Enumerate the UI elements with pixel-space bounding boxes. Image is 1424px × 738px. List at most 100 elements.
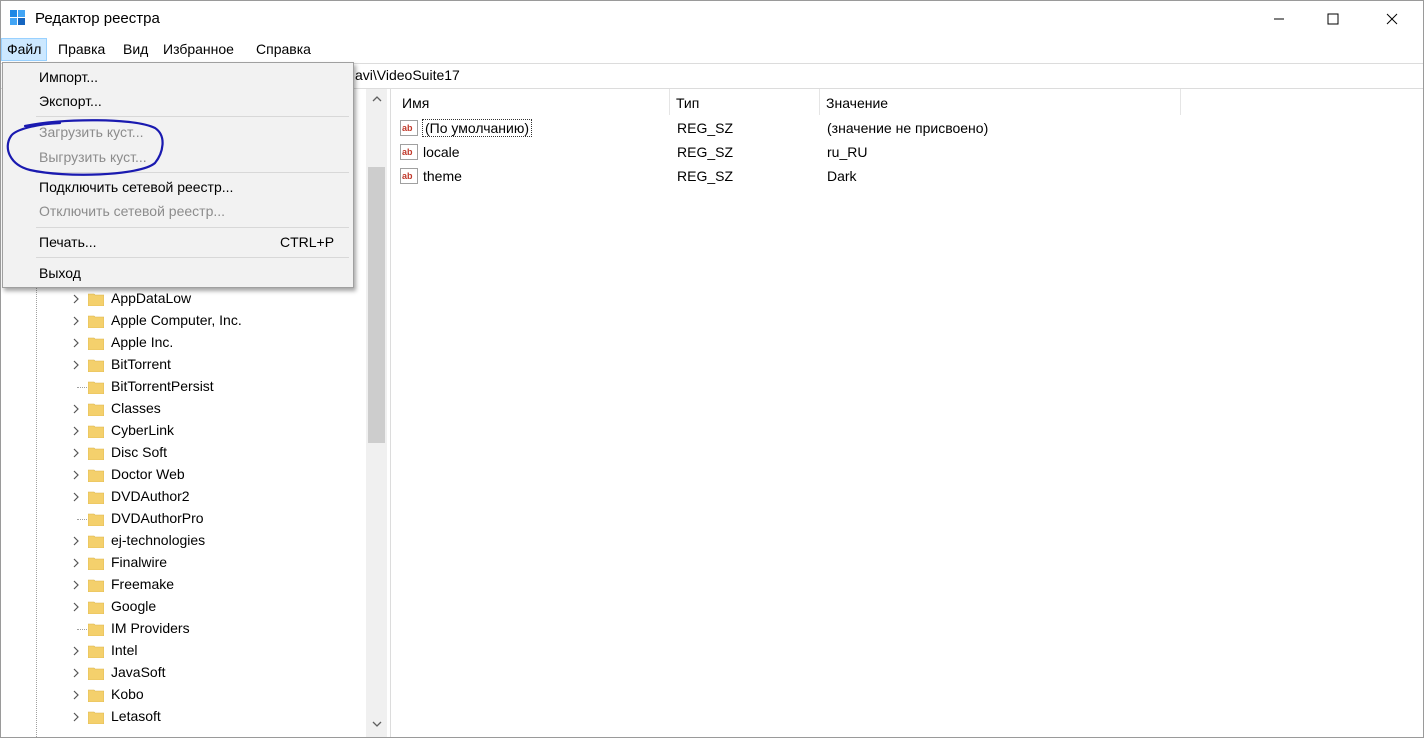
folder-icon [88, 667, 104, 680]
tree-item-label: Doctor Web [111, 466, 185, 482]
menu-unload-hive[interactable]: Выгрузить куст... [39, 149, 147, 165]
tree-item[interactable]: Kobo [69, 684, 369, 706]
expand-chevron-icon[interactable] [69, 556, 83, 570]
menu-separator [36, 257, 349, 258]
scroll-down-button[interactable] [366, 714, 387, 734]
tree-item[interactable]: Doctor Web [69, 464, 369, 486]
menu-connect-network-registry[interactable]: Подключить сетевой реестр... [39, 179, 233, 195]
tree-item-label: Freemake [111, 576, 175, 592]
tree-scrollbar[interactable] [366, 89, 387, 737]
menu-view[interactable]: Вид [118, 39, 153, 60]
scroll-up-button[interactable] [366, 89, 387, 109]
menu-edit[interactable]: Правка [53, 39, 110, 60]
menu-import[interactable]: Импорт... [39, 69, 98, 85]
tree-item[interactable]: ej-technologies [69, 530, 369, 552]
expand-chevron-icon[interactable] [69, 490, 83, 504]
tree-item[interactable]: CyberLink [69, 420, 369, 442]
folder-icon [88, 447, 104, 460]
close-icon [1386, 13, 1398, 24]
folder-icon [88, 359, 104, 372]
column-value-header[interactable]: Значение [820, 89, 1181, 115]
menu-print[interactable]: Печать... [39, 234, 97, 250]
close-button[interactable] [1369, 1, 1415, 36]
expand-chevron-icon[interactable] [69, 402, 83, 416]
expand-chevron-icon[interactable] [69, 336, 83, 350]
tree-item-label: BitTorrent [111, 356, 171, 372]
expand-chevron-icon[interactable] [69, 688, 83, 702]
menu-favorites[interactable]: Избранное [158, 39, 239, 60]
title-bar: Редактор реестра [1, 1, 1423, 36]
tree-item[interactable]: Apple Inc. [69, 332, 369, 354]
value-data: Dark [827, 168, 857, 184]
tree-item[interactable]: BitTorrent [69, 354, 369, 376]
value-type: REG_SZ [677, 120, 734, 136]
folder-icon [88, 645, 104, 658]
tree-item[interactable]: Apple Computer, Inc. [69, 310, 369, 332]
menu-disconnect-network-registry[interactable]: Отключить сетевой реестр... [39, 203, 225, 219]
maximize-icon [1327, 13, 1339, 24]
expand-chevron-icon[interactable] [69, 600, 83, 614]
tree-item-label: Kobo [111, 686, 144, 702]
expand-chevron-icon[interactable] [69, 314, 83, 328]
expand-chevron-icon[interactable] [69, 358, 83, 372]
expand-chevron-icon[interactable] [69, 578, 83, 592]
folder-icon [88, 293, 104, 306]
tree-item[interactable]: DVDAuthorPro [69, 508, 369, 530]
tree-item-label: ej-technologies [111, 532, 206, 548]
menu-file[interactable]: Файл [1, 38, 48, 61]
tree-item[interactable]: BitTorrentPersist [69, 376, 369, 398]
folder-icon [88, 315, 104, 328]
value-row[interactable]: ab (По умолчанию) REG_SZ (значение не присв… [396, 116, 1196, 140]
column-type-header[interactable]: Тип [670, 89, 820, 115]
tree-item[interactable]: Letasoft [69, 706, 369, 728]
tree-item[interactable]: Finalwire [69, 552, 369, 574]
expand-chevron-icon[interactable] [69, 534, 83, 548]
expand-chevron-icon[interactable] [69, 424, 83, 438]
folder-icon [88, 579, 104, 592]
values-list-pane[interactable]: Имя Тип Значение ab (По умолчанию) REG_SZ (… [396, 89, 1423, 737]
menu-exit[interactable]: Выход [39, 265, 81, 281]
tree-item[interactable]: Freemake [69, 574, 369, 596]
minimize-button[interactable] [1256, 1, 1302, 36]
tree-item[interactable]: JavaSoft [69, 662, 369, 684]
expand-chevron-icon[interactable] [69, 292, 83, 306]
value-row[interactable]: ab theme REG_SZ Dark [396, 164, 1196, 188]
tree-item[interactable]: IM Providers [69, 618, 369, 640]
value-row[interactable]: ab locale REG_SZ ru_RU [396, 140, 1196, 164]
tree-item-label: AppDataLow [111, 290, 192, 306]
value-type: REG_SZ [677, 168, 734, 184]
column-name-header[interactable]: Имя [396, 89, 670, 115]
tree-item[interactable]: DVDAuthor2 [69, 486, 369, 508]
folder-icon [88, 601, 104, 614]
chevron-up-icon [372, 96, 381, 102]
folder-icon [88, 711, 104, 724]
value-name: (По умолчанию) [422, 119, 533, 137]
menu-load-hive[interactable]: Загрузить куст... [39, 124, 143, 140]
expand-chevron-icon[interactable] [69, 710, 83, 724]
tree-item[interactable]: AppDataLow [69, 288, 369, 310]
svg-text:ab: ab [402, 123, 413, 133]
tree-item[interactable]: Classes [69, 398, 369, 420]
expand-chevron-icon[interactable] [69, 666, 83, 680]
minimize-icon [1274, 18, 1284, 19]
tree-item-label: Intel [111, 642, 138, 658]
folder-icon [88, 337, 104, 350]
expand-chevron-icon[interactable] [69, 644, 83, 658]
expand-chevron-icon[interactable] [69, 468, 83, 482]
list-header: Имя Тип Значение [396, 89, 1181, 115]
tree-item-label: JavaSoft [111, 664, 166, 680]
tree-item[interactable]: Intel [69, 640, 369, 662]
tree-item[interactable]: Disc Soft [69, 442, 369, 464]
expand-chevron-icon[interactable] [69, 446, 83, 460]
menu-export[interactable]: Экспорт... [39, 93, 102, 109]
scroll-thumb[interactable] [368, 167, 385, 443]
tree-item-label: DVDAuthor2 [111, 488, 190, 504]
menu-help[interactable]: Справка [251, 39, 316, 60]
window-title: Редактор реестра [35, 10, 160, 27]
string-value-icon: ab [400, 120, 418, 136]
menu-separator [36, 116, 349, 117]
chevron-down-icon [372, 721, 381, 727]
tree-item[interactable]: Google [69, 596, 369, 618]
tree-item-label: IM Providers [111, 620, 190, 636]
maximize-button[interactable] [1310, 1, 1356, 36]
